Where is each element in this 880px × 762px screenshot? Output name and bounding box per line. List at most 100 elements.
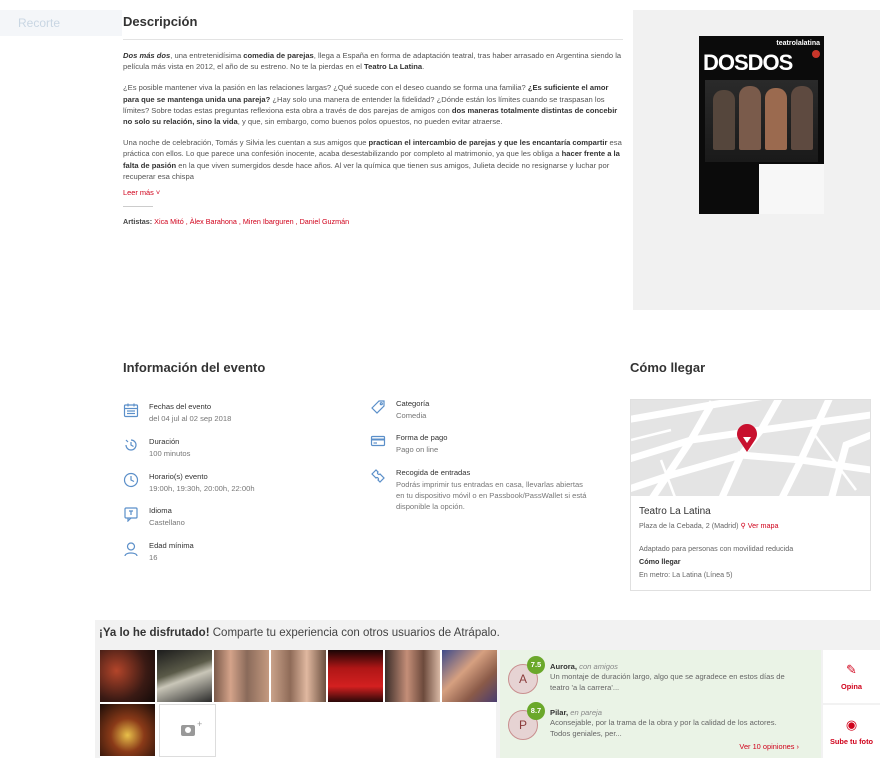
opinion-author: Aurora, con amigos: [550, 662, 618, 671]
author-context: en pareja: [570, 708, 602, 717]
calendar-icon: [123, 403, 139, 418]
venue-name: Teatro La Latina: [639, 506, 711, 517]
user-photo[interactable]: [100, 704, 155, 756]
view-map-label: Ver mapa: [747, 521, 779, 530]
author-context: con amigos: [579, 662, 618, 671]
user-photo[interactable]: [271, 650, 326, 702]
author-name: Pilar,: [550, 708, 569, 717]
poster-photo: [705, 80, 818, 162]
play-title-italic: Dos más dos: [123, 51, 171, 60]
metro-info: En metro: La Latina (Línea 5): [639, 570, 733, 579]
info-label: Edad mínima: [149, 541, 194, 550]
language-icon: [124, 507, 138, 522]
text-bold: comedia de parejas: [243, 51, 314, 60]
hourglass-icon: [125, 439, 137, 451]
view-map-link[interactable]: ⚲ Ver mapa: [740, 521, 778, 530]
description-paragraph-1: Dos más dos, una entretenidísima comedia…: [123, 50, 623, 72]
location-card: Teatro La Latina Plaza de la Cebada, 2 (…: [630, 399, 871, 591]
user-photo[interactable]: [328, 650, 383, 702]
info-value: Comedia: [396, 411, 427, 420]
poster-panel: teatrolalatina DOSDOS: [633, 10, 880, 310]
experience-title-rest: Comparte tu experiencia con otros usuari…: [209, 627, 500, 639]
tag-icon: [371, 400, 385, 414]
poster-dot: [812, 50, 820, 58]
author-name: Aurora,: [550, 662, 578, 671]
camera-icon: [181, 725, 195, 736]
opina-button[interactable]: ✎ Opina: [823, 650, 880, 703]
text: , y que, sin embargo, como buenos polos …: [237, 117, 503, 127]
opinions-panel: A 7.5 Aurora, con amigos Un montaje de d…: [500, 650, 821, 758]
add-photo-button[interactable]: +: [159, 704, 216, 757]
short-divider: [123, 206, 153, 208]
event-poster[interactable]: teatrolalatina DOSDOS: [699, 36, 824, 214]
opinion-text: Un montaje de duración largo, algo que s…: [550, 672, 785, 692]
text: .: [422, 62, 425, 72]
info-label: Idioma: [149, 506, 172, 515]
description-title: Descripción: [123, 14, 198, 29]
info-value: 19:00h, 19:30h, 20:00h, 22:00h: [149, 484, 255, 493]
poster-title-logo: DOSDOS: [703, 50, 793, 75]
description-paragraph-3: Una noche de celebración, Tomás y Silvia…: [123, 137, 623, 182]
experience-section: ¡Ya lo he disfrutado! Comparte tu experi…: [95, 620, 880, 758]
text: ¿Es posible mantener viva la pasión en l…: [123, 83, 528, 93]
map-streets: [631, 400, 870, 496]
info-value: del 04 jul al 02 sep 2018: [149, 414, 232, 423]
tab-recorte-label: Recorte: [18, 16, 61, 30]
poster-brand-logo: teatrolalatina: [776, 40, 820, 47]
experience-title: ¡Ya lo he disfrutado! Comparte tu experi…: [99, 627, 500, 639]
actor-figure: [713, 90, 735, 150]
info-value: Pago on line: [396, 445, 439, 454]
actor-figure: [791, 86, 813, 150]
clock-icon: [123, 472, 139, 488]
event-info-title: Información del evento: [123, 360, 266, 375]
user-photo[interactable]: [157, 650, 212, 702]
how-to-get-there-title: Cómo llegar: [630, 360, 706, 375]
info-label: Horario(s) evento: [149, 472, 208, 481]
opina-label: Opina: [841, 682, 862, 691]
read-more-link[interactable]: Leer más ˅: [123, 188, 623, 197]
pencil-icon: ✎: [846, 662, 857, 677]
user-photo[interactable]: [442, 650, 497, 702]
map-marker-icon: ⚲: [740, 521, 746, 530]
text: en la que viven sumergidos desde hace añ…: [123, 160, 610, 181]
divider: [123, 39, 623, 40]
camera-plus-icon: ◉: [845, 717, 858, 732]
opinion-text: Aconsejable, por la trama de la obra y p…: [550, 718, 777, 738]
venue-address: Plaza de la Cebada, 2 (Madrid) ⚲ Ver map…: [639, 521, 779, 530]
ticket-icon: [371, 469, 385, 483]
user-icon: [124, 542, 138, 557]
score-badge: 7.5: [527, 656, 545, 674]
text-bold: practican el intercambio de parejas y qu…: [368, 138, 608, 148]
poster-credits-block: [759, 164, 824, 214]
actor-figure: [739, 86, 761, 150]
info-label: Categoría: [396, 399, 430, 408]
opinion-author: Pilar, en pareja: [550, 708, 602, 717]
experience-title-bold: ¡Ya lo he disfrutado!: [99, 627, 210, 639]
info-label: Recogida de entradas: [396, 468, 471, 477]
location-map[interactable]: [631, 400, 870, 496]
artists-links[interactable]: Xica Mitó , Àlex Barahona , Miren Ibargu…: [154, 217, 349, 226]
description-paragraph-2: ¿Es posible mantener viva la pasión en l…: [123, 82, 623, 127]
text-bold: Teatro La Latina: [364, 62, 423, 72]
user-photo-grid: +: [100, 650, 497, 758]
more-opinions-link[interactable]: Ver 10 opiniones ›: [739, 742, 799, 751]
user-photo[interactable]: [214, 650, 269, 702]
upload-photo-button[interactable]: ◉ Sube tu foto: [823, 705, 880, 758]
info-value: 16: [149, 553, 158, 562]
artists-label: Artistas:: [123, 217, 153, 227]
info-label: Fechas del evento: [149, 402, 212, 411]
info-value: Podrás imprimir tus entradas en casa, ll…: [396, 480, 587, 511]
directions-heading: Cómo llegar: [639, 557, 681, 566]
tab-recorte[interactable]: Recorte: [0, 10, 122, 36]
user-photo[interactable]: [385, 650, 440, 702]
info-value: 100 minutos: [149, 449, 191, 458]
info-value: Castellano: [149, 518, 185, 527]
text: Una noche de celebración, Tomás y Silvia…: [123, 138, 369, 148]
info-label: Forma de pago: [396, 433, 448, 442]
score-badge: 8.7: [527, 702, 545, 720]
info-label: Duración: [149, 437, 180, 446]
description-section: Descripción Dos más dos, una entretenidí…: [123, 14, 623, 226]
text: , una entretenidísima: [170, 51, 244, 60]
user-photo[interactable]: [100, 650, 155, 702]
plus-icon: +: [197, 719, 203, 729]
